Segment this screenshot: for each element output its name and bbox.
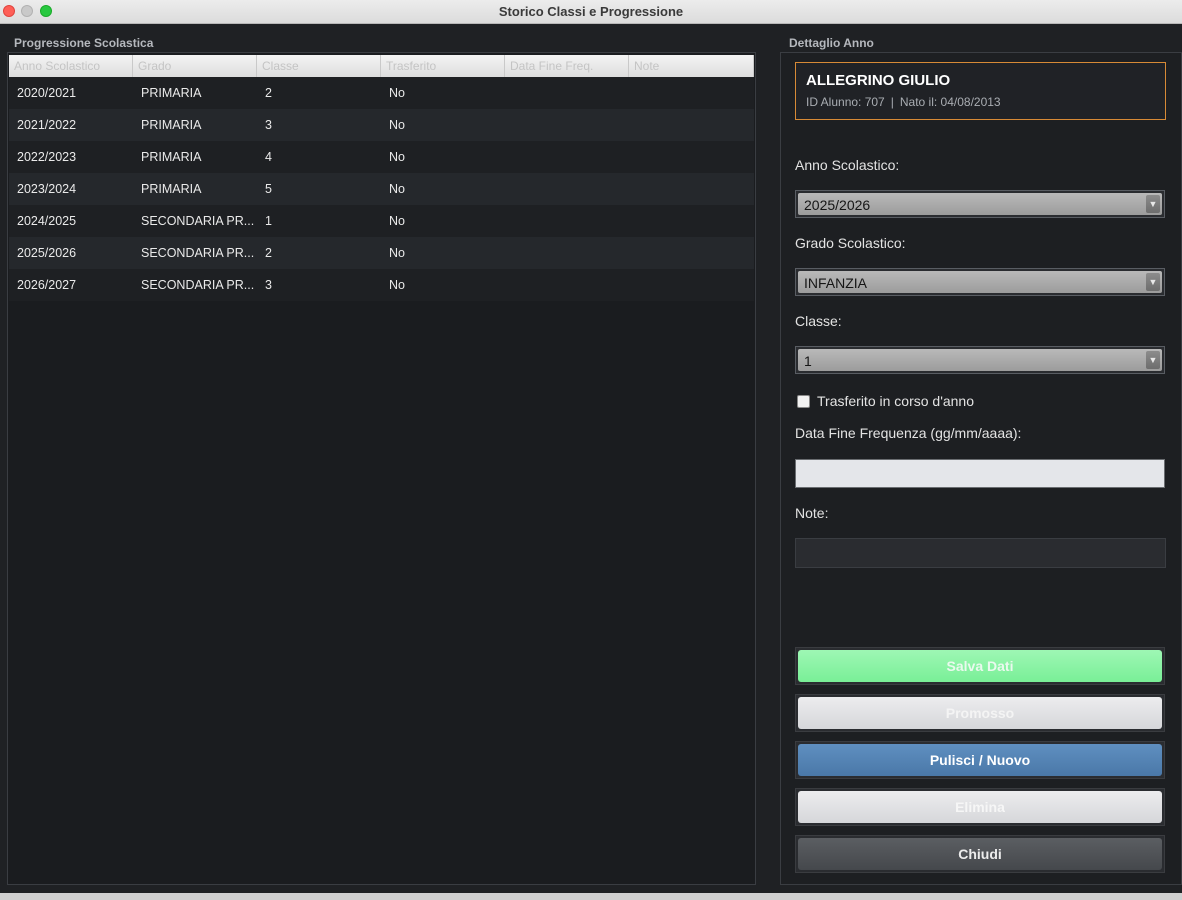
table-row[interactable]: 2021/2022 PRIMARIA 3 No [9,109,754,141]
table-header: Anno Scolastico Grado Classe Trasferito … [9,55,754,77]
cell-data-fine [505,77,629,109]
table-row[interactable]: 2026/2027 SECONDARIA PR... 3 No [9,269,754,301]
classe-label: Classe: [795,313,842,329]
cell-classe: 3 [265,118,272,132]
column-header-data-fine[interactable]: Data Fine Freq. [505,55,629,77]
cell-grado: PRIMARIA [141,118,202,132]
anno-value: 2025/2026 [804,197,871,213]
cell-trasferito: No [389,214,405,228]
cell-classe: 2 [265,246,272,260]
chevron-down-icon[interactable]: ▼ [1146,351,1160,369]
meta-separator: | [890,95,894,109]
note-textarea[interactable] [795,538,1166,568]
cell-data-fine [505,269,629,301]
column-header-note[interactable]: Note [629,55,754,77]
cell-anno: 2025/2026 [17,246,77,260]
promote-button[interactable]: Promosso [795,694,1165,732]
window-bottom-edge [0,893,1182,900]
trasferito-label[interactable]: Trasferito in corso d'anno [817,393,974,409]
table-row[interactable]: 2022/2023 PRIMARIA 4 No [9,141,754,173]
column-header-anno[interactable]: Anno Scolastico [9,55,133,77]
window-title: Storico Classi e Progressione [498,4,684,19]
cell-note [629,109,754,141]
cell-grado: SECONDARIA PR... [141,246,255,260]
close-button[interactable]: Chiudi [795,835,1165,873]
cell-classe: 4 [265,150,272,164]
table-row[interactable]: 2023/2024 PRIMARIA 5 No [9,173,754,205]
promote-button-label: Promosso [798,697,1162,729]
student-name: ALLEGRINO GIULIO [806,72,951,89]
trasferito-checkbox[interactable] [797,394,810,408]
cell-classe: 1 [265,214,272,228]
note-label: Note: [795,505,829,521]
close-button-label: Chiudi [798,838,1162,870]
window-titlebar: Storico Classi e Progressione [0,0,1182,24]
column-header-grado[interactable]: Grado [133,55,257,77]
cell-data-fine [505,109,629,141]
cell-data-fine [505,173,629,205]
table-row[interactable]: 2025/2026 SECONDARIA PR... 2 No [9,237,754,269]
cell-trasferito: No [389,150,405,164]
cell-note [629,237,754,269]
cell-grado: PRIMARIA [141,182,202,196]
chevron-down-icon[interactable]: ▼ [1146,273,1160,291]
cell-trasferito: No [389,86,405,100]
classe-select[interactable]: 1 ▼ [795,346,1165,374]
cell-note [629,269,754,301]
cell-grado: SECONDARIA PR... [141,278,255,292]
grado-value: INFANZIA [804,275,868,291]
anno-select[interactable]: 2025/2026 ▼ [795,190,1165,218]
cell-classe: 3 [265,278,272,292]
cell-data-fine [505,237,629,269]
grado-select[interactable]: INFANZIA ▼ [795,268,1165,296]
cell-grado: PRIMARIA [141,86,202,100]
progression-legend: Progressione Scolastica [14,36,154,50]
cell-anno: 2021/2022 [17,118,77,132]
delete-button[interactable]: Elimina [795,788,1165,826]
cell-anno: 2022/2023 [17,150,77,164]
anno-label: Anno Scolastico: [795,157,900,173]
data-fine-input[interactable] [795,459,1165,488]
cell-anno: 2020/2021 [17,86,77,100]
detail-legend: Dettaglio Anno [789,36,874,50]
cell-trasferito: No [389,246,405,260]
cell-classe: 5 [265,182,272,196]
data-fine-label: Data Fine Frequenza (gg/mm/aaaa): [795,425,1022,441]
cell-classe: 2 [265,86,272,100]
student-meta: ID Alunno: 707 | Nato il: 04/08/2013 [806,95,1001,109]
table-row[interactable]: 2024/2025 SECONDARIA PR... 1 No [9,205,754,237]
student-id: ID Alunno: 707 [806,95,885,109]
clear-new-button[interactable]: Pulisci / Nuovo [795,741,1165,779]
student-birthdate: Nato il: 04/08/2013 [899,95,1001,109]
cell-anno: 2024/2025 [17,214,77,228]
cell-grado: PRIMARIA [141,150,202,164]
save-button-label: Salva Dati [798,650,1162,682]
cell-anno: 2026/2027 [17,278,77,292]
chevron-down-icon[interactable]: ▼ [1146,195,1160,213]
column-header-classe[interactable]: Classe [257,55,381,77]
progression-panel: Anno Scolastico Grado Classe Trasferito … [7,52,756,885]
cell-trasferito: No [389,278,405,292]
trasferito-row: Trasferito in corso d'anno [797,392,974,410]
column-header-trasferito[interactable]: Trasferito [381,55,505,77]
table-body: 2020/2021 PRIMARIA 2 No 2021/2022 PRIMAR… [9,77,754,301]
cell-grado: SECONDARIA PR... [141,214,255,228]
clear-new-button-label: Pulisci / Nuovo [798,744,1162,776]
cell-anno: 2023/2024 [17,182,77,196]
save-button[interactable]: Salva Dati [795,647,1165,685]
table-row[interactable]: 2020/2021 PRIMARIA 2 No [9,77,754,109]
cell-trasferito: No [389,182,405,196]
cell-note [629,77,754,109]
grado-label: Grado Scolastico: [795,235,906,251]
cell-note [629,141,754,173]
cell-data-fine [505,205,629,237]
classe-value: 1 [804,353,812,369]
cell-data-fine [505,141,629,173]
cell-note [629,205,754,237]
cell-note [629,173,754,205]
delete-button-label: Elimina [798,791,1162,823]
cell-trasferito: No [389,118,405,132]
student-card: ALLEGRINO GIULIO ID Alunno: 707 | Nato il:… [795,62,1166,120]
